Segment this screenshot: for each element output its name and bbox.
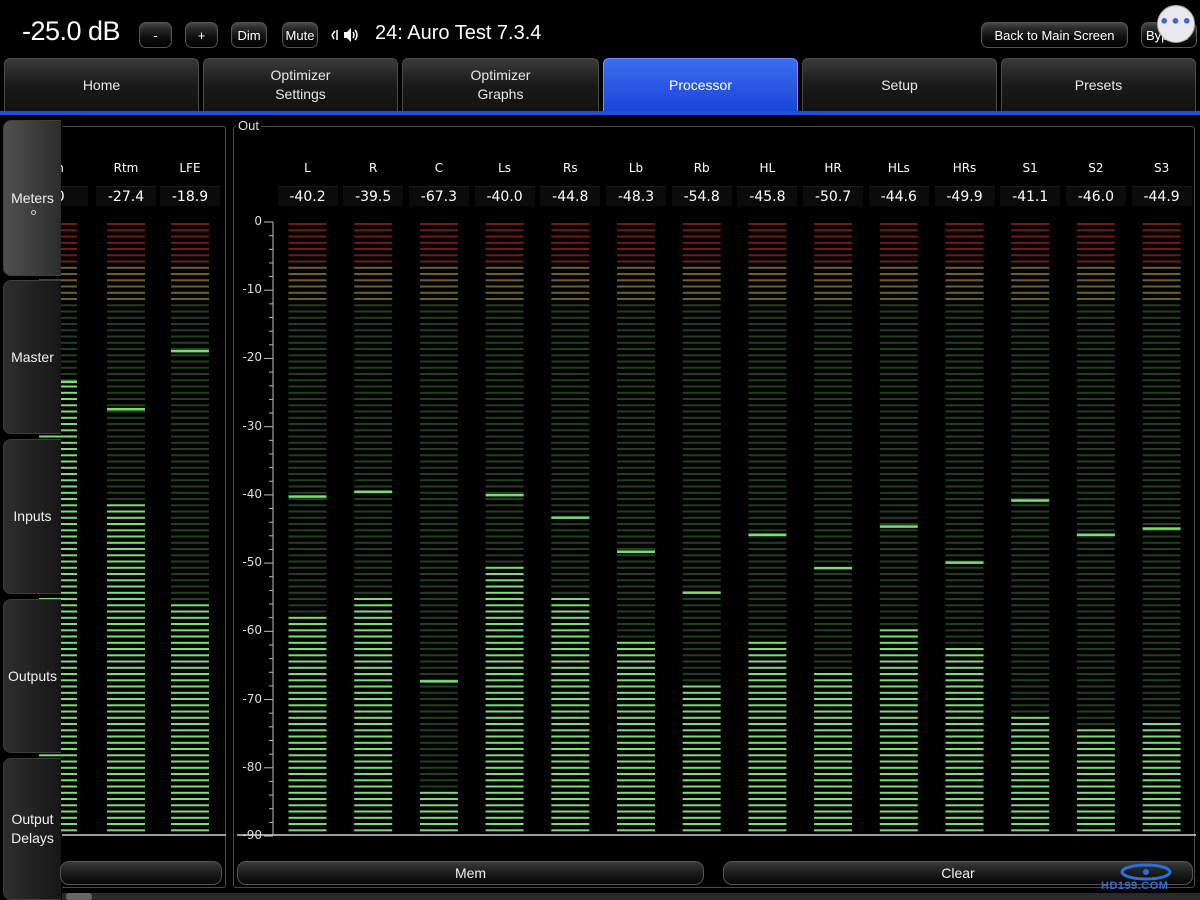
watermark-text: HD199.COM — [1101, 880, 1169, 892]
output-channel-level-readout: -48.3 — [606, 186, 666, 206]
tab-home[interactable]: Home — [4, 58, 199, 112]
output-meter-panel — [233, 126, 1195, 888]
side-nav-label: Master — [11, 348, 54, 365]
side-nav-outputs[interactable]: Outputs — [3, 599, 61, 753]
volume-down-button[interactable]: - — [139, 22, 172, 48]
output-channel-name: HL — [759, 161, 776, 175]
side-nav-label: Outputs — [7, 667, 58, 684]
db-tick-label: -90 — [242, 828, 262, 842]
output-channel-level-readout: -40.0 — [474, 186, 535, 206]
output-channel-name: R — [369, 161, 378, 175]
output-channel-name: S3 — [1153, 161, 1170, 175]
output-channel-level-readout: -44.9 — [1131, 186, 1192, 206]
output-channel-level-readout: -40.2 — [277, 186, 338, 206]
db-tick-label: -20 — [242, 350, 262, 365]
db-tick-label: -70 — [242, 691, 262, 706]
db-tick-label: -10 — [242, 282, 262, 297]
input-channel-name: LFE — [179, 161, 201, 175]
tab-processor[interactable]: Processor — [603, 58, 798, 112]
side-nav-master[interactable]: Master — [3, 280, 61, 434]
side-nav: Meters Master Inputs Outputs Output Dela… — [0, 118, 62, 900]
output-channel-name: C — [434, 161, 444, 175]
output-channel-name: Lb — [628, 161, 644, 175]
output-channel-level-readout: -67.3 — [408, 186, 469, 206]
output-channel-level-readout: -50.7 — [803, 186, 864, 206]
input-channel-name: Rtm — [113, 161, 139, 175]
speaker-sound-icon — [331, 28, 358, 42]
side-nav-inputs[interactable]: Inputs — [3, 439, 61, 594]
tab-optimizer-graphs[interactable]: Optimizer Graphs — [402, 58, 599, 112]
output-channel-level-readout: -44.8 — [540, 186, 601, 206]
side-nav-label: Meters — [11, 189, 54, 206]
tab-underline — [0, 111, 1200, 115]
side-nav-label: Output Delays — [11, 811, 54, 846]
input-meter-panel — [60, 126, 226, 888]
mem-button[interactable]: Mem — [237, 861, 704, 885]
db-tick-label: -80 — [242, 759, 262, 774]
db-tick-label: -60 — [242, 623, 262, 638]
db-tick-label: -40 — [242, 486, 262, 501]
output-channel-name: HRs — [952, 161, 977, 175]
back-to-main-screen-button[interactable]: Back to Main Screen — [981, 22, 1128, 48]
scrollbar-thumb[interactable] — [66, 893, 92, 900]
output-channel-name: Ls — [498, 161, 512, 175]
output-channel-level-readout: -41.1 — [1000, 186, 1061, 206]
db-tick-label: 0 — [254, 214, 262, 228]
dim-button[interactable]: Dim — [231, 22, 267, 48]
output-channel-level-readout: -39.5 — [343, 186, 404, 206]
output-channel-name: Rs — [563, 161, 578, 175]
side-nav-label: Inputs — [13, 508, 52, 524]
volume-up-button[interactable]: + — [185, 22, 218, 48]
output-channel-level-readout: -54.8 — [671, 186, 732, 206]
tab-presets[interactable]: Presets — [1001, 58, 1196, 112]
output-panel-title: Out — [236, 118, 261, 133]
output-channel-name: HR — [824, 161, 842, 175]
output-channel-name: S2 — [1088, 161, 1104, 175]
more-dots-icon[interactable]: ••• — [1157, 5, 1195, 43]
side-nav-meters[interactable]: Meters — [3, 120, 61, 276]
active-indicator-icon — [31, 210, 36, 215]
input-channel-level-readout: -27.4 — [96, 186, 156, 206]
horizontal-scrollbar[interactable] — [62, 893, 1200, 900]
output-channel-level-readout: -49.9 — [934, 186, 995, 206]
mute-button[interactable]: Mute — [282, 22, 318, 48]
output-channel-level-readout: -45.8 — [737, 186, 798, 206]
side-nav-output-delays[interactable]: Output Delays — [3, 758, 61, 900]
output-channel-name: L — [304, 161, 311, 175]
tab-optimizer-settings[interactable]: Optimizer Settings — [203, 58, 398, 112]
input-panel-button[interactable] — [60, 861, 222, 885]
db-tick-label: -50 — [242, 555, 262, 570]
output-channel-name: Rb — [693, 161, 710, 175]
volume-readout: -25.0 dB — [22, 16, 121, 46]
top-bar: -25.0 dB - + Dim Mute 24: Auro Test 7.3.… — [0, 0, 1200, 56]
input-channel-level-readout: -18.9 — [160, 186, 220, 206]
db-tick-label: -30 — [242, 418, 262, 433]
output-channel-level-readout: -44.6 — [868, 186, 929, 206]
tab-setup[interactable]: Setup — [802, 58, 997, 112]
output-channel-level-readout: -46.0 — [1065, 186, 1126, 206]
preset-title: 24: Auro Test 7.3.4 — [375, 22, 542, 44]
output-channel-name: S1 — [1022, 161, 1038, 175]
main-tabs: Home Optimizer Settings Optimizer Graphs… — [0, 56, 1200, 116]
output-channel-name: HLs — [887, 161, 910, 175]
